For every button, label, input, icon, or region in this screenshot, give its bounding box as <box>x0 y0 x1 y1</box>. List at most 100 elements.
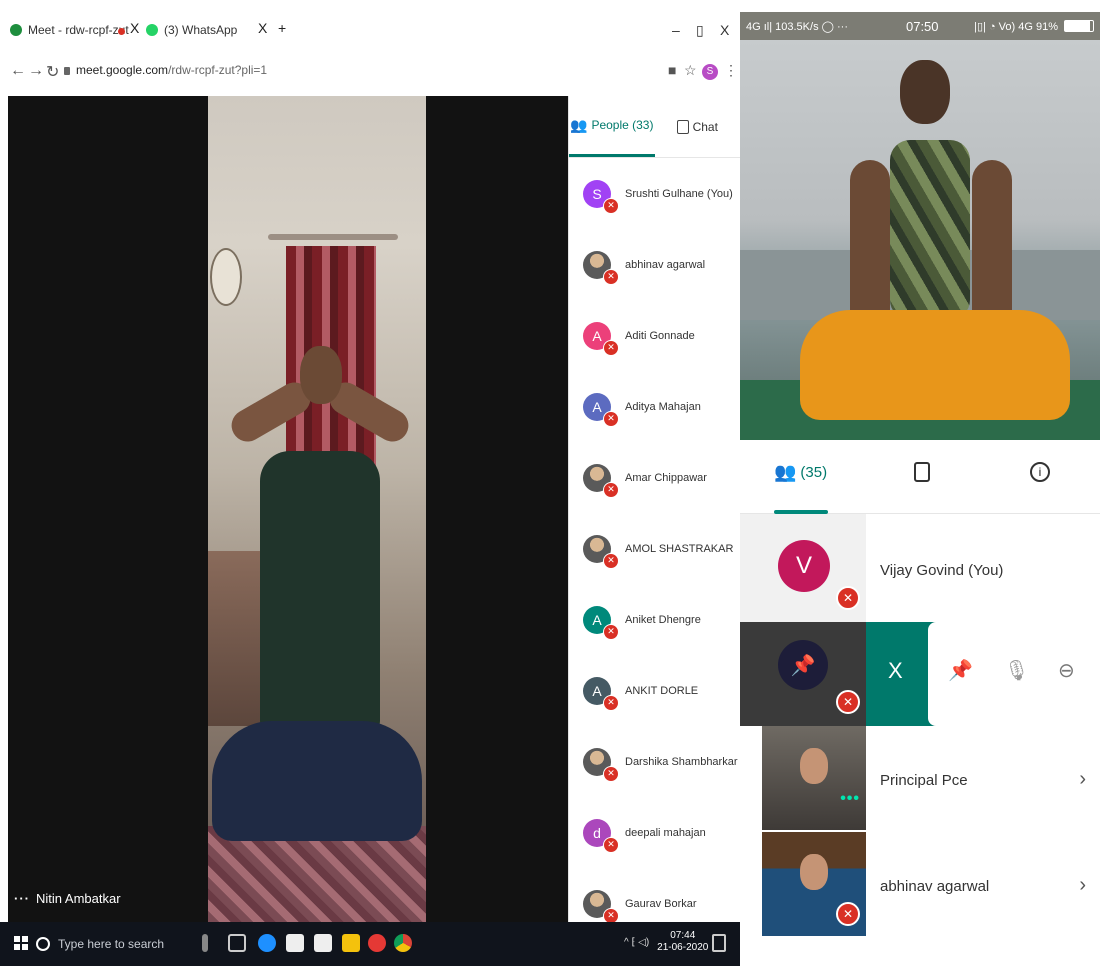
tab-meet[interactable]: Meet - rdw-rcpf-zut <box>10 18 129 42</box>
remove-button[interactable]: ⊖ <box>1058 658 1075 683</box>
yogi-head <box>900 60 950 124</box>
participant-avatar: ✕ <box>583 747 619 782</box>
profile-avatar[interactable]: S <box>702 64 718 80</box>
mic-off-icon: ✕ <box>603 765 619 782</box>
tab-meet-label: Meet - rdw-rcpf-zut <box>28 23 129 37</box>
mute-button[interactable]: 🎙 <box>1004 658 1029 683</box>
file-explorer-icon[interactable] <box>342 934 360 952</box>
close-window-button[interactable]: X <box>720 22 729 38</box>
chevron-right-icon[interactable]: › <box>1079 768 1086 791</box>
participant-avatar: A ✕ <box>583 321 619 356</box>
phone-tab-info[interactable]: i <box>1030 462 1050 482</box>
speaker-torso <box>260 451 380 731</box>
battery-icon <box>1064 20 1094 32</box>
participant-row[interactable]: ✕ Darshika Shambharkar <box>569 726 740 797</box>
desktop-browser-window: Meet - rdw-rcpf-zut X (3) WhatsApp X + –… <box>0 0 740 966</box>
info-icon: i <box>1030 462 1050 482</box>
more-dots-icon[interactable]: ··· <box>14 891 30 906</box>
taskbar-time: 07:44 <box>670 930 696 941</box>
status-right: |▯| ◔ Vo) 4G 91% <box>974 20 1094 33</box>
new-tab-button[interactable]: + <box>278 20 286 36</box>
participant-row[interactable]: ✕ abhinav agarwal <box>569 229 740 300</box>
chrome-icon[interactable] <box>394 934 412 952</box>
yogi-legs <box>800 310 1070 420</box>
opera-icon[interactable] <box>368 934 386 952</box>
participant-name: Amar Chippawar <box>625 471 707 484</box>
status-right-text: |▯| ◔ Vo) 4G 91% <box>974 20 1058 33</box>
participant-avatar: A ✕ <box>583 605 619 640</box>
mic-off-icon: ✕ <box>603 552 619 569</box>
mic-off-icon: ✕ <box>603 410 619 427</box>
taskbar-clock[interactable]: 07:44 21-06-2020 <box>657 930 708 954</box>
participant-row[interactable]: A ✕ Aditya Mahajan <box>569 371 740 442</box>
participant-name: Aniket Dhengre <box>625 613 701 626</box>
speaker-name: Nitin Ambatkar <box>36 891 121 906</box>
participant-list: S ✕ Srushti Gulhane (You) ✕ abhinav agarwal A… <box>569 158 740 939</box>
tab-whatsapp[interactable]: (3) WhatsApp <box>146 18 237 42</box>
phone-meet-screen: 4G ıl| 103.5K/s ◯ ··· 07:50 |▯| ◔ Vo) 4G… <box>740 0 1100 966</box>
mic-off-icon: ✕ <box>603 339 619 356</box>
pin-button[interactable]: 📌 <box>948 658 973 683</box>
participant-avatar: d ✕ <box>583 818 619 853</box>
participant-row[interactable]: S ✕ Srushti Gulhane (You) <box>569 158 740 229</box>
bookmark-star-icon[interactable]: ☆ <box>684 62 697 79</box>
participant-row[interactable]: A ✕ ANKIT DORLE <box>569 655 740 726</box>
pin-icon: 📌 <box>778 640 828 690</box>
phone-tab-chat[interactable] <box>914 462 930 482</box>
tab-whatsapp-label: (3) WhatsApp <box>164 23 238 37</box>
participant-row[interactable]: ✕ AMOL SHASTRAKAR <box>569 513 740 584</box>
mic-off-icon: ✕ <box>836 902 860 926</box>
participant-row[interactable]: ✕ Amar Chippawar <box>569 442 740 513</box>
cortana-icon <box>36 937 50 951</box>
tray-icons[interactable]: ^ ⁅ ◁) <box>624 937 649 948</box>
meet-favicon-icon <box>10 24 22 36</box>
participant-name: deepali mahajan <box>625 826 706 839</box>
speaker-name-label: ··· Nitin Ambatkar <box>14 891 121 906</box>
lock-icon <box>64 66 70 75</box>
menu-kebab-icon[interactable]: ⋮ <box>724 62 738 79</box>
participant-avatar: ✕ <box>583 889 619 924</box>
speaking-indicator-icon: ••• <box>840 790 860 807</box>
phone-tabs: 👥 (35) i <box>740 440 1100 514</box>
phone-participant-vijay[interactable]: V ✕ Vijay Govind (You) <box>740 514 1100 622</box>
url-field[interactable]: meet.google.com/rdw-rcpf-zut?pli=1 <box>64 63 267 77</box>
notifications-icon[interactable] <box>712 934 726 952</box>
taskbar-search[interactable]: Type here to search <box>36 932 214 956</box>
tab-close-whatsapp-icon[interactable]: X <box>258 20 267 36</box>
curtain-rod <box>268 234 398 240</box>
participant-row[interactable]: d ✕ deepali mahajan <box>569 797 740 868</box>
chat-icon <box>914 462 930 482</box>
tab-people[interactable]: 👥 People (33) <box>569 96 655 157</box>
reload-icon[interactable]: ↻ <box>46 62 59 82</box>
participant-name: ANKIT DORLE <box>625 684 699 697</box>
status-time: 07:50 <box>905 18 939 34</box>
phone-tab-people[interactable]: 👥 (35) <box>774 462 827 483</box>
mail-icon[interactable] <box>314 934 332 952</box>
participant-avatar: ✕ <box>583 250 619 285</box>
recording-dot-icon <box>118 28 125 35</box>
minimize-button[interactable]: – <box>672 22 680 38</box>
phone-participant-abhinav[interactable]: ✕ abhinav agarwal › <box>740 832 1100 938</box>
participant-avatar: A ✕ <box>583 392 619 427</box>
mic-off-icon: ✕ <box>836 586 860 610</box>
task-view-icon[interactable] <box>228 934 246 952</box>
mic-off-icon: ✕ <box>603 268 619 285</box>
chevron-right-icon[interactable]: › <box>1079 874 1086 897</box>
participant-row[interactable]: A ✕ Aniket Dhengre <box>569 584 740 655</box>
phone-participant-principal[interactable]: ••• Principal Pce › <box>740 726 1100 832</box>
back-arrow-icon[interactable]: ← <box>10 62 26 80</box>
restore-button[interactable]: ▯ <box>696 22 704 39</box>
tab-chat[interactable]: Chat <box>655 96 741 157</box>
microphone-icon[interactable] <box>202 934 208 952</box>
status-left: 4G ıl| 103.5K/s ◯ ··· <box>746 20 848 33</box>
close-pin-menu-button[interactable]: X <box>888 658 903 684</box>
participant-avatar: ✕ <box>583 534 619 569</box>
store-icon[interactable] <box>286 934 304 952</box>
edge-icon[interactable] <box>258 934 276 952</box>
windows-start-icon[interactable] <box>14 936 28 950</box>
camera-indicator-icon[interactable]: ■ <box>668 62 676 78</box>
tab-close-icon[interactable]: X <box>130 20 139 36</box>
forward-arrow-icon[interactable]: → <box>28 62 44 80</box>
pin-actions: 📌 🎙 ⊖ <box>928 622 1100 726</box>
participant-row[interactable]: A ✕ Aditi Gonnade <box>569 300 740 371</box>
